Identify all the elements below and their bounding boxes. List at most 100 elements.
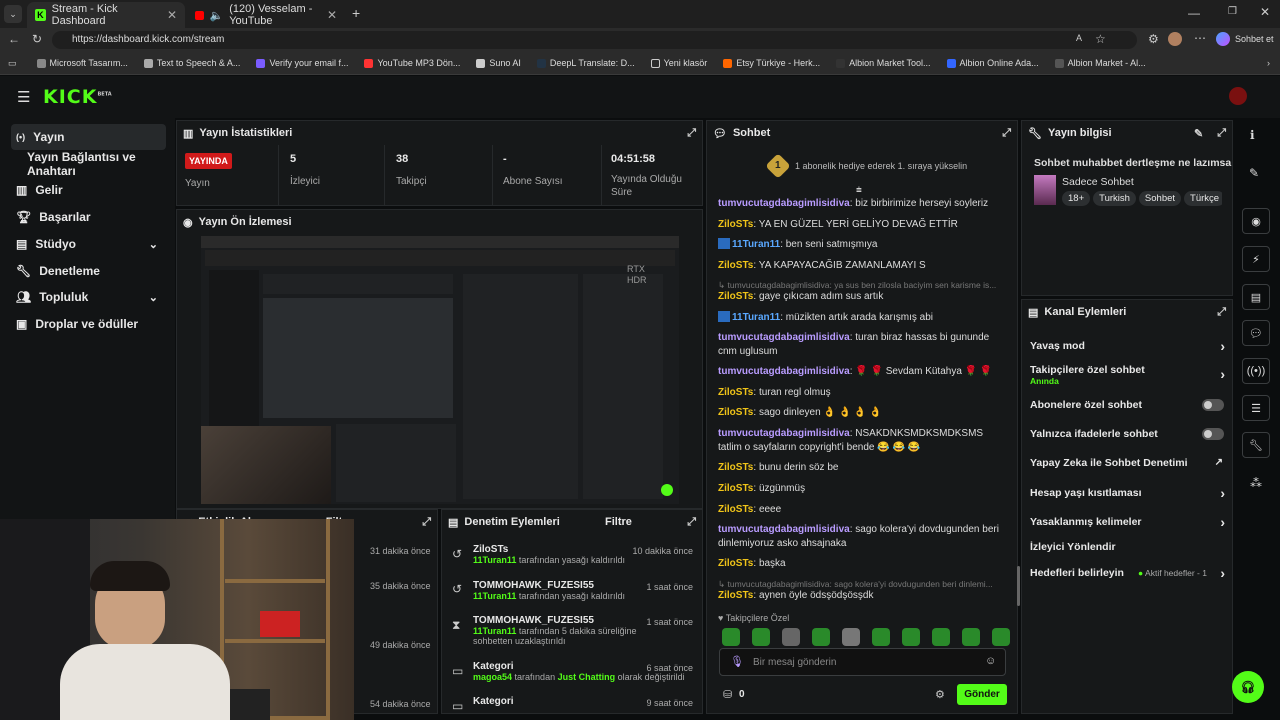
kick-logo[interactable]: KICKBETA xyxy=(43,86,112,108)
sidebar-item-studio[interactable]: ▤ Stüdyo ⌄ xyxy=(11,231,166,257)
moderation-item[interactable]: TOMMOHAWK_FUZESI55 11Turan11 tarafından y… xyxy=(473,580,693,601)
read-aloud-icon[interactable]: A xyxy=(1076,33,1082,43)
rail-edit-icon[interactable]: ✎ xyxy=(1249,166,1259,180)
copilot-icon[interactable] xyxy=(1216,32,1230,46)
url-field[interactable]: https://dashboard.kick.com/stream xyxy=(52,31,1137,49)
sidebar-item-moderation[interactable]: 🔧︎ Denetleme xyxy=(11,258,166,284)
sidebar-item-community[interactable]: 👥︎ Topluluk ⌄ xyxy=(11,284,166,310)
emote-icon[interactable] xyxy=(812,628,830,646)
bookmark[interactable]: Albion Market - Al... xyxy=(1047,58,1154,68)
emote-icon[interactable] xyxy=(872,628,890,646)
points-icon[interactable]: ⛁ xyxy=(723,688,732,701)
emote-icon[interactable] xyxy=(902,628,920,646)
rail-broadcast-button[interactable]: ((•)) xyxy=(1242,358,1270,384)
emoji-icon[interactable]: ☺ xyxy=(985,655,996,667)
moderation-item[interactable]: ZiloSTs 11Turan11 tarafından yasağı kaldı… xyxy=(473,544,693,565)
action-followers-only[interactable]: Takipçilere özel sohbet Anında › xyxy=(1030,364,1225,386)
close-window-icon[interactable]: ✕ xyxy=(1260,5,1270,19)
bookmark[interactable]: YouTube MP3 Dön... xyxy=(356,58,468,68)
bookmark[interactable]: Suno AI xyxy=(468,58,529,68)
chat-message[interactable]: ZiloSTs: üzgünmüş xyxy=(718,482,1008,496)
close-tab-icon[interactable]: ✕ xyxy=(167,8,177,22)
favorite-star-icon[interactable]: ☆ xyxy=(1095,32,1106,46)
user-avatar[interactable] xyxy=(1229,87,1247,105)
moderation-item[interactable]: TOMMOHAWK_FUZESI55 11Turan11 tarafından 5… xyxy=(473,615,693,646)
emote-icon[interactable] xyxy=(842,628,860,646)
chat-message[interactable]: ZiloSTs: aynen öyle ödsşödşösşdk xyxy=(718,589,1008,603)
action-raid[interactable]: İzleyici Yönlendir xyxy=(1030,541,1225,553)
bookmark[interactable]: Text to Speech & A... xyxy=(136,58,249,68)
sidebar-item-stream-key[interactable]: Yayın Bağlantısı ve Anahtarı xyxy=(22,150,177,178)
chat-message[interactable]: ZiloSTs: sago dinleyen 👌 👌 👌 👌 xyxy=(718,406,1008,420)
rail-flash-button[interactable]: ⚡︎ xyxy=(1242,246,1270,272)
tag[interactable]: Sohbet xyxy=(1138,191,1182,206)
emote-only-toggle[interactable] xyxy=(1202,428,1224,440)
chat-message[interactable]: ZiloSTs: YA EN GÜZEL YERİ GELİYO DEVAĞ E… xyxy=(718,218,1008,232)
pin-collapse-icon[interactable]: ⩧ xyxy=(856,185,862,196)
action-emote-only[interactable]: Yalnızca ifadelerle sohbet xyxy=(1030,428,1225,440)
emote-icon[interactable] xyxy=(962,628,980,646)
chat-scrollbar[interactable] xyxy=(1017,566,1020,606)
rail-list-button[interactable]: ☰ xyxy=(1242,395,1270,421)
chat-message[interactable]: 11Turan11: ben seni satmışmıya xyxy=(718,238,1008,252)
expand-icon[interactable]: ⤢ xyxy=(1002,127,1011,140)
sidebar-item-achievements[interactable]: 🏆︎ Başarılar xyxy=(11,204,166,230)
copilot-label[interactable]: Sohbet et xyxy=(1235,34,1274,44)
rail-wrench-button[interactable]: 🔧︎ xyxy=(1242,432,1270,458)
rail-preview-button[interactable]: ◉ xyxy=(1242,208,1270,234)
menu-icon[interactable]: ☰ xyxy=(17,88,30,106)
bookmark[interactable]: Yeni klasör xyxy=(643,58,716,68)
chat-message[interactable]: tumvucutagdabagimlisidiva: biz birbirimi… xyxy=(718,197,1008,211)
emote-icon[interactable] xyxy=(782,628,800,646)
bookmark[interactable]: DeepL Translate: D... xyxy=(529,58,643,68)
tag[interactable]: Türkçe xyxy=(1184,191,1222,206)
action-slow-mode[interactable]: Yavaş mod › xyxy=(1030,338,1225,354)
sidebar-item-drops[interactable]: ▣ Droplar ve ödüller xyxy=(11,311,166,337)
chat-message[interactable]: tumvucutagdabagimlisidiva: NSAKDNKSMDKSM… xyxy=(718,427,1008,455)
expand-icon[interactable]: ⤢ xyxy=(1217,306,1226,319)
chat-message[interactable]: 11Turan11: müzikten artık arada karışmış… xyxy=(718,311,1008,325)
moderation-item[interactable]: Kategori 9 saat önce xyxy=(473,696,693,708)
action-subscribers-only[interactable]: Abonelere özel sohbet xyxy=(1030,399,1225,411)
profile-avatar[interactable] xyxy=(1168,32,1182,46)
restore-icon[interactable]: ❐ xyxy=(1228,6,1237,17)
sidebar-item-revenue[interactable]: ▥ Gelir xyxy=(11,177,166,203)
moderation-item[interactable]: Kategori magoa54 tarafından Just Chatting… xyxy=(473,661,693,682)
info-icon[interactable]: ℹ xyxy=(1250,128,1255,142)
sidebar-item-stream[interactable]: (•) Yayın xyxy=(11,124,166,150)
minimize-icon[interactable]: — xyxy=(1188,6,1200,20)
subscribers-only-toggle[interactable] xyxy=(1202,399,1224,411)
emote-icon[interactable] xyxy=(992,628,1010,646)
bookmark[interactable]: Verify your email f... xyxy=(248,58,356,68)
tab-kick-dashboard[interactable]: K Stream - Kick Dashboard ✕ xyxy=(27,2,185,28)
refresh-icon[interactable]: ↻ xyxy=(32,32,42,46)
tag[interactable]: Turkish xyxy=(1093,191,1136,206)
action-goals[interactable]: Hedefleri belirleyin ● Aktif hedefler - 1… xyxy=(1030,565,1225,581)
chat-message[interactable]: ZiloSTs: gaye çıkıcam adım sus artık xyxy=(718,290,1008,304)
expand-icon[interactable]: ⤢ xyxy=(1217,127,1226,140)
chat-settings-icon[interactable]: ⚙ xyxy=(935,688,945,701)
bookmark[interactable]: Microsoft Tasarım... xyxy=(29,58,136,68)
rail-chat-button[interactable]: 💬︎ xyxy=(1242,320,1270,346)
bookmark[interactable]: Etsy Türkiye - Herk... xyxy=(715,58,828,68)
chat-message[interactable]: ZiloSTs: eeee xyxy=(718,503,1008,517)
support-button[interactable]: 🎧︎ xyxy=(1232,671,1264,703)
close-tab-icon[interactable]: ✕ xyxy=(327,8,337,22)
bookmark[interactable]: Albion Market Tool... xyxy=(828,58,938,68)
reading-list-icon[interactable]: ▭ xyxy=(0,58,29,69)
extensions-icon[interactable]: ⚙ xyxy=(1148,32,1159,46)
expand-icon[interactable]: ⤢ xyxy=(687,516,696,529)
tab-list-button[interactable]: ⌄ xyxy=(4,5,22,23)
rail-apps-icon[interactable]: ⁂ xyxy=(1250,476,1262,490)
new-tab-button[interactable]: + xyxy=(352,5,360,21)
chat-message[interactable]: tumvucutagdabagimlisidiva: sago kolera'y… xyxy=(718,523,1008,551)
speaker-icon[interactable]: 🔈 xyxy=(210,9,224,22)
chat-message[interactable]: tumvucutagdabagimlisidiva: turan biraz h… xyxy=(718,331,1008,359)
emote-icon[interactable] xyxy=(722,628,740,646)
tag[interactable]: 18+ xyxy=(1062,191,1091,206)
tab-youtube[interactable]: 🔈 (120) Vesselam - YouTube ✕ xyxy=(187,2,345,28)
filter-button[interactable]: Filtre xyxy=(605,516,632,528)
action-ai-moderation[interactable]: Yapay Zeka ile Sohbet Denetimi ↗ xyxy=(1030,457,1225,469)
emote-icon[interactable] xyxy=(752,628,770,646)
back-icon[interactable]: ← xyxy=(8,32,20,46)
